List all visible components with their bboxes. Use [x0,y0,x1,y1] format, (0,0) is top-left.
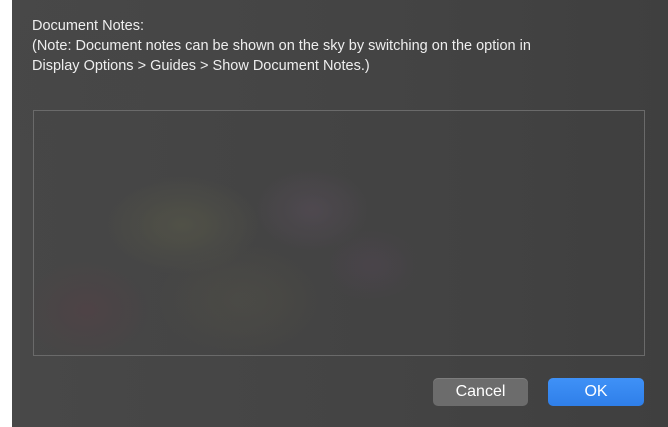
dialog-buttons: Cancel OK [12,378,668,406]
note-line-2: Display Options > Guides > Show Document… [32,58,370,74]
dialog-header: Document Notes: (Note: Document notes ca… [32,16,652,76]
dialog-title: Document Notes: [32,18,145,34]
cancel-button[interactable]: Cancel [433,378,528,406]
document-notes-textarea[interactable] [33,110,645,356]
document-notes-dialog: Document Notes: (Note: Document notes ca… [12,0,668,427]
ok-button[interactable]: OK [548,378,644,406]
note-line-1: (Note: Document notes can be shown on th… [32,38,531,54]
